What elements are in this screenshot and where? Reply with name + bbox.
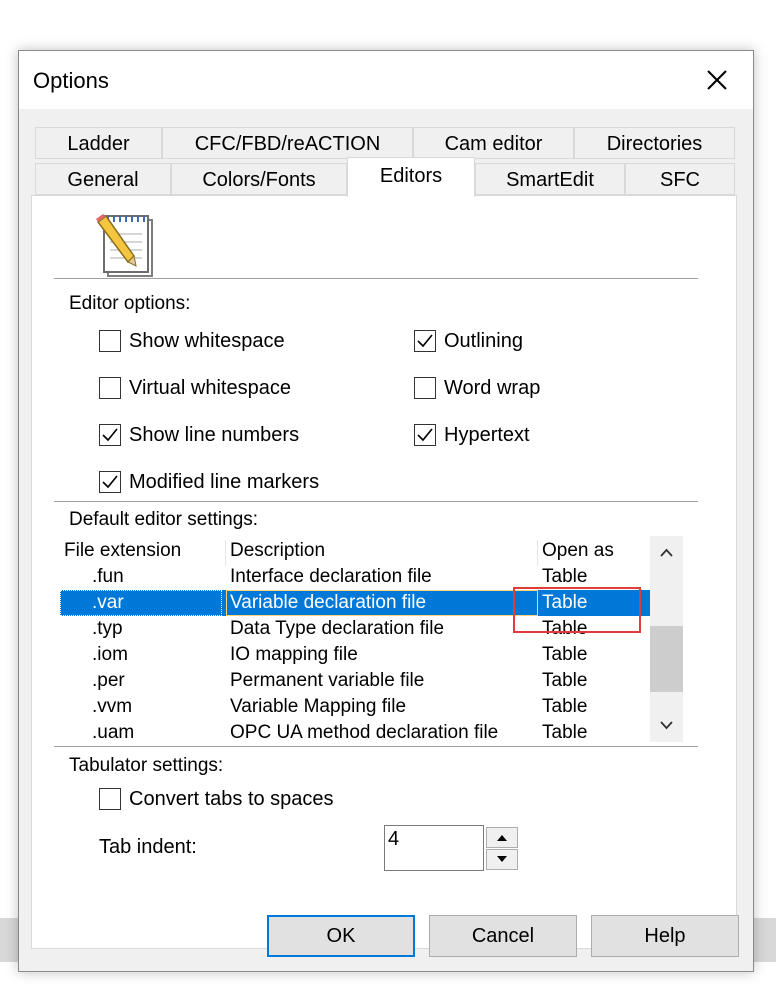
- show-line-numbers-checkbox[interactable]: Show line numbers: [99, 422, 299, 448]
- hypertext-checkbox[interactable]: Hypertext: [414, 422, 530, 448]
- cell-extension: .iom: [92, 644, 128, 665]
- outlining-box[interactable]: [414, 330, 436, 352]
- header-separator: [54, 278, 698, 279]
- cell-description: OPC UA method declaration file: [230, 722, 499, 742]
- scroll-up-button[interactable]: [650, 536, 683, 570]
- cell-extension: .per: [92, 670, 125, 691]
- show-line-numbers-label: Show line numbers: [129, 423, 300, 446]
- show-whitespace-checkbox[interactable]: Show whitespace: [99, 328, 285, 354]
- triangle-up-icon: [497, 835, 507, 841]
- checkmark-icon: [417, 334, 433, 348]
- modified-line-markers-checkbox[interactable]: Modified line markers: [99, 469, 319, 495]
- cell-open-as: Table: [542, 670, 588, 691]
- checkmark-icon: [102, 475, 118, 489]
- word-wrap-label: Word wrap: [444, 376, 541, 399]
- virtual-whitespace-checkbox[interactable]: Virtual whitespace: [99, 375, 291, 401]
- show-whitespace-label: Show whitespace: [129, 329, 285, 352]
- list-separator: [54, 746, 698, 747]
- cell-description: Interface declaration file: [230, 566, 432, 587]
- table-row[interactable]: .uam OPC UA method declaration file Tabl…: [60, 720, 650, 742]
- tab-directories[interactable]: Directories: [574, 127, 735, 159]
- table-row[interactable]: .per Permanent variable file Table: [60, 668, 650, 694]
- highlight-annotation: [513, 587, 641, 633]
- show-line-numbers-box[interactable]: [99, 424, 121, 446]
- editor-options-separator: [54, 501, 698, 502]
- convert-tabs-checkbox[interactable]: Convert tabs to spaces: [99, 786, 334, 812]
- column-header-description[interactable]: Description: [230, 540, 325, 562]
- editor-options-label: Editor options:: [69, 293, 191, 314]
- column-header-file-extension[interactable]: File extension: [64, 540, 181, 562]
- table-row[interactable]: .vvm Variable Mapping file Table: [60, 694, 650, 720]
- title-bar: Options: [19, 51, 753, 109]
- triangle-down-icon: [497, 856, 507, 862]
- hypertext-box[interactable]: [414, 424, 436, 446]
- convert-tabs-label: Convert tabs to spaces: [129, 787, 334, 810]
- virtual-whitespace-box[interactable]: [99, 377, 121, 399]
- notepad-pencil-icon: [96, 214, 153, 277]
- word-wrap-checkbox[interactable]: Word wrap: [414, 375, 540, 401]
- file-extension-list[interactable]: File extension Description Open as .fun …: [60, 536, 683, 742]
- column-divider[interactable]: [537, 540, 538, 566]
- outlining-checkbox[interactable]: Outlining: [414, 328, 523, 354]
- cell-extension: .typ: [92, 618, 123, 639]
- tab-ladder[interactable]: Ladder: [35, 127, 162, 159]
- tab-editors[interactable]: Editors: [347, 157, 475, 197]
- close-button[interactable]: [699, 63, 735, 97]
- modified-line-markers-box[interactable]: [99, 471, 121, 493]
- ok-button[interactable]: OK: [267, 915, 415, 957]
- tab-sfc[interactable]: SFC: [625, 163, 735, 195]
- convert-tabs-box[interactable]: [99, 788, 121, 810]
- table-row[interactable]: .iom IO mapping file Table: [60, 642, 650, 668]
- cancel-button[interactable]: Cancel: [429, 915, 577, 957]
- tab-indent-decrement[interactable]: [486, 849, 518, 870]
- scroll-down-button[interactable]: [650, 708, 683, 742]
- tab-cam-editor[interactable]: Cam editor: [413, 127, 574, 159]
- tab-indent-input[interactable]: 4: [384, 825, 484, 871]
- cell-extension: .var: [60, 590, 222, 616]
- tab-colors-fonts[interactable]: Colors/Fonts: [171, 163, 347, 195]
- list-scrollbar[interactable]: [650, 536, 683, 742]
- checkmark-icon: [417, 428, 433, 442]
- tab-indent-label: Tab indent:: [99, 836, 197, 858]
- checkmark-icon: [102, 428, 118, 442]
- cell-extension: .vvm: [92, 696, 133, 717]
- cell-description: Variable declaration file: [230, 592, 427, 613]
- cell-open-as: Table: [542, 722, 588, 742]
- cell-description: IO mapping file: [230, 644, 358, 665]
- dialog-title: Options: [33, 68, 109, 93]
- cell-extension: .uam: [92, 722, 135, 742]
- tab-general[interactable]: General: [35, 163, 171, 195]
- help-button[interactable]: Help: [591, 915, 739, 957]
- cell-open-as: Table: [542, 644, 588, 665]
- tabulator-settings-label: Tabulator settings:: [69, 755, 224, 776]
- cell-description: Variable Mapping file: [230, 696, 407, 717]
- column-divider[interactable]: [225, 540, 226, 566]
- cell-extension: .fun: [92, 566, 124, 587]
- show-whitespace-box[interactable]: [99, 330, 121, 352]
- word-wrap-box[interactable]: [414, 377, 436, 399]
- chevron-down-icon: [660, 721, 673, 730]
- cell-description: Data Type declaration file: [230, 618, 445, 639]
- scrollbar-thumb[interactable]: [650, 626, 683, 692]
- options-dialog: Options Ladder CFC/FBD/reACTION Cam edit…: [18, 50, 754, 972]
- column-header-open-as[interactable]: Open as: [542, 540, 614, 562]
- tab-smartedit[interactable]: SmartEdit: [475, 163, 625, 195]
- modified-line-markers-label: Modified line markers: [129, 470, 320, 493]
- virtual-whitespace-label: Virtual whitespace: [129, 376, 291, 399]
- tab-indent-increment[interactable]: [486, 827, 518, 848]
- outlining-label: Outlining: [444, 329, 523, 352]
- chevron-up-icon: [660, 548, 673, 557]
- default-editor-settings-label: Default editor settings:: [69, 509, 259, 530]
- dialog-client: Ladder CFC/FBD/reACTION Cam editor Direc…: [19, 109, 753, 971]
- tab-cfc-fbd-reaction[interactable]: CFC/FBD/reACTION: [162, 127, 413, 159]
- hypertext-label: Hypertext: [444, 423, 530, 446]
- close-icon: [707, 70, 727, 90]
- cell-description: Permanent variable file: [230, 670, 425, 691]
- cell-open-as: Table: [542, 696, 588, 717]
